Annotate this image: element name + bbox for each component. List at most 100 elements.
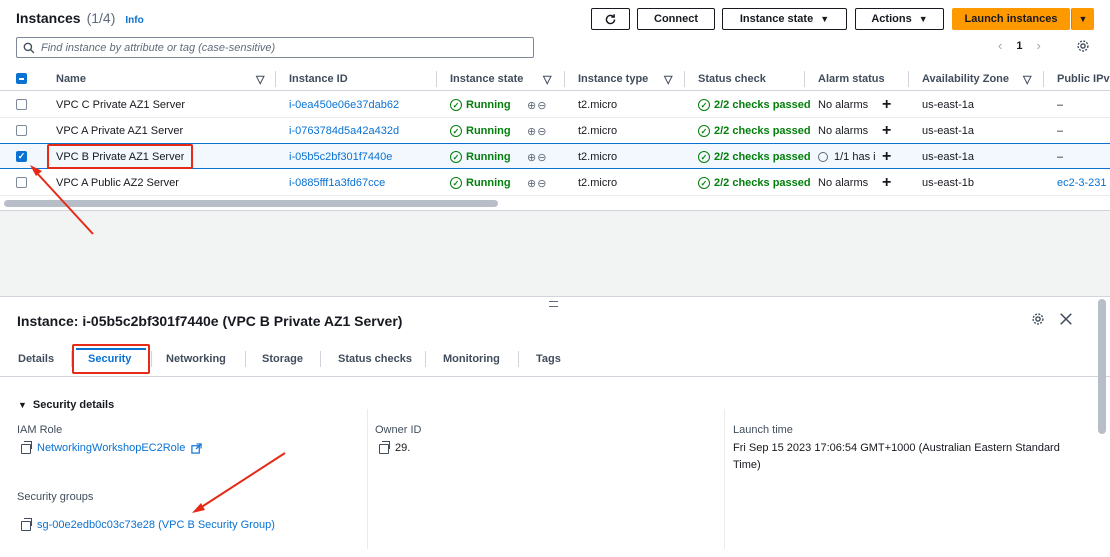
row-checkbox-checked[interactable]: ✓ xyxy=(16,151,27,162)
iam-role-label: IAM Role xyxy=(17,424,63,436)
instance-state: ✓ Running xyxy=(450,92,511,118)
vertical-scrollbar[interactable] xyxy=(1098,299,1106,434)
column-header-status-check[interactable]: Status check xyxy=(698,67,766,91)
sort-icon[interactable]: ▽ xyxy=(543,67,551,91)
alarm-status: 1/1 has i xyxy=(818,144,880,170)
next-page-icon[interactable]: › xyxy=(1036,38,1040,53)
row-checkbox[interactable] xyxy=(16,177,27,188)
add-alarm-icon[interactable]: + xyxy=(882,92,891,118)
tab-status-checks[interactable]: Status checks xyxy=(338,353,412,365)
public-ipv4: – xyxy=(1057,125,1064,137)
add-alarm-icon[interactable]: + xyxy=(882,118,891,144)
tab-monitoring[interactable]: Monitoring xyxy=(443,353,500,365)
table-row[interactable]: VPC A Private AZ1 Server i-0763784d5a42a… xyxy=(0,118,1110,144)
section-title: Security details xyxy=(32,399,115,411)
instance-id-link[interactable]: i-05b5c2bf301f7440e xyxy=(289,144,392,170)
add-alarm-icon[interactable]: + xyxy=(882,170,891,196)
copy-icon[interactable] xyxy=(21,517,32,531)
check-circle-icon: ✓ xyxy=(450,177,462,189)
active-tab-indicator xyxy=(76,348,146,350)
previous-page-icon[interactable]: ‹ xyxy=(998,38,1002,53)
copy-icon[interactable] xyxy=(21,440,32,454)
row-checkbox[interactable] xyxy=(16,99,27,110)
instance-id-link[interactable]: i-0ea450e06e37dab62 xyxy=(289,92,399,118)
table-row[interactable]: VPC C Private AZ1 Server i-0ea450e06e37d… xyxy=(0,92,1110,118)
zoom-icons[interactable]: ⊕⊖ xyxy=(527,92,547,118)
check-circle-icon: ✓ xyxy=(450,151,462,163)
column-header-instance-id[interactable]: Instance ID xyxy=(289,67,348,91)
column-header-availability-zone[interactable]: Availability Zone xyxy=(922,67,1009,91)
actions-dropdown[interactable]: Actions ▼ xyxy=(855,8,944,30)
column-divider[interactable] xyxy=(1043,71,1044,87)
caret-down-icon: ▼ xyxy=(918,14,928,24)
instance-id-link[interactable]: i-0885fff1a3fd67cce xyxy=(289,170,385,196)
select-all-checkbox[interactable] xyxy=(16,73,27,84)
instance-type: t2.micro xyxy=(578,99,618,111)
sort-icon[interactable]: ▽ xyxy=(256,67,264,91)
tab-security[interactable]: Security xyxy=(88,353,131,365)
launch-instances-button[interactable]: Launch instances xyxy=(952,8,1070,30)
security-groups-value: sg-00e2edb0c03c73e28 (VPC B Security Gro… xyxy=(21,517,275,534)
add-alarm-icon[interactable]: + xyxy=(882,144,891,170)
status-check: ✓ 2/2 checks passed xyxy=(698,170,811,196)
tab-tags[interactable]: Tags xyxy=(536,353,561,365)
state-label: Running xyxy=(466,125,511,137)
column-divider[interactable] xyxy=(275,71,276,87)
table-row-selected[interactable]: ✓ VPC B Private AZ1 Server i-05b5c2bf301… xyxy=(0,143,1110,169)
sort-icon[interactable]: ▽ xyxy=(1023,67,1031,91)
page-number[interactable]: 1 xyxy=(1016,40,1022,52)
info-link[interactable]: Info xyxy=(125,15,143,26)
settings-gear-icon[interactable] xyxy=(1076,39,1090,53)
zoom-icons[interactable]: ⊕⊖ xyxy=(527,144,547,170)
column-header-instance-type[interactable]: Instance type xyxy=(578,67,648,91)
availability-zone: us-east-1a xyxy=(922,99,974,111)
sort-icon[interactable]: ▽ xyxy=(664,67,672,91)
launch-time-value: Fri Sep 15 2023 17:06:54 GMT+1000 (Austr… xyxy=(733,442,1060,471)
column-header-name[interactable]: Name xyxy=(56,67,86,91)
column-header-instance-state[interactable]: Instance state xyxy=(450,67,523,91)
launch-options-dropdown[interactable]: ▼ xyxy=(1071,8,1094,30)
security-details-toggle[interactable]: ▼ Security details xyxy=(18,399,114,411)
column-divider[interactable] xyxy=(908,71,909,87)
column-divider[interactable] xyxy=(436,71,437,87)
column-header-alarm-status[interactable]: Alarm status xyxy=(818,67,885,91)
search-box[interactable] xyxy=(16,37,534,58)
zoom-icons[interactable]: ⊕⊖ xyxy=(527,118,547,144)
zoom-icons[interactable]: ⊕⊖ xyxy=(527,170,547,196)
launch-label: Launch instances xyxy=(964,13,1058,25)
alarm-status: No alarms xyxy=(818,125,869,137)
connect-button[interactable]: Connect xyxy=(637,8,715,30)
settings-gear-icon[interactable] xyxy=(1031,312,1045,326)
close-icon[interactable] xyxy=(1059,312,1073,326)
row-checkbox[interactable] xyxy=(16,125,27,136)
iam-role-link[interactable]: NetworkingWorkshopEC2Role xyxy=(37,440,185,457)
column-header-public-ipv4[interactable]: Public IPv xyxy=(1057,67,1110,91)
actions-label: Actions xyxy=(871,13,912,25)
owner-id-text: 29. xyxy=(395,442,411,454)
alarm-status: No alarms xyxy=(818,177,869,189)
state-label: Running xyxy=(466,99,511,111)
tab-details[interactable]: Details xyxy=(18,353,54,365)
security-group-link[interactable]: sg-00e2edb0c03c73e28 (VPC B Security Gro… xyxy=(37,517,275,534)
column-divider[interactable] xyxy=(804,71,805,87)
column-divider[interactable] xyxy=(684,71,685,87)
instance-state: ✓ Running xyxy=(450,144,511,170)
search-input[interactable] xyxy=(41,41,521,54)
tab-storage[interactable]: Storage xyxy=(262,353,303,365)
instance-type: t2.micro xyxy=(578,151,618,163)
refresh-button[interactable] xyxy=(591,8,630,30)
table-row[interactable]: VPC A Public AZ2 Server i-0885fff1a3fd67… xyxy=(0,170,1110,196)
horizontal-scrollbar[interactable] xyxy=(4,200,498,207)
tab-networking[interactable]: Networking xyxy=(166,353,226,365)
instance-state: ✓ Running xyxy=(450,170,511,196)
availability-zone: us-east-1a xyxy=(922,125,974,137)
instance-id-link[interactable]: i-0763784d5a42a432d xyxy=(289,118,399,144)
external-link-icon[interactable] xyxy=(191,443,203,454)
instance-state-dropdown[interactable]: Instance state ▼ xyxy=(722,8,847,30)
pending-clock-icon xyxy=(818,152,828,162)
column-divider[interactable] xyxy=(564,71,565,87)
check-circle-icon: ✓ xyxy=(698,99,710,111)
column-divider xyxy=(724,409,725,549)
copy-icon[interactable] xyxy=(379,440,390,454)
resize-handle-icon[interactable] xyxy=(549,301,558,307)
